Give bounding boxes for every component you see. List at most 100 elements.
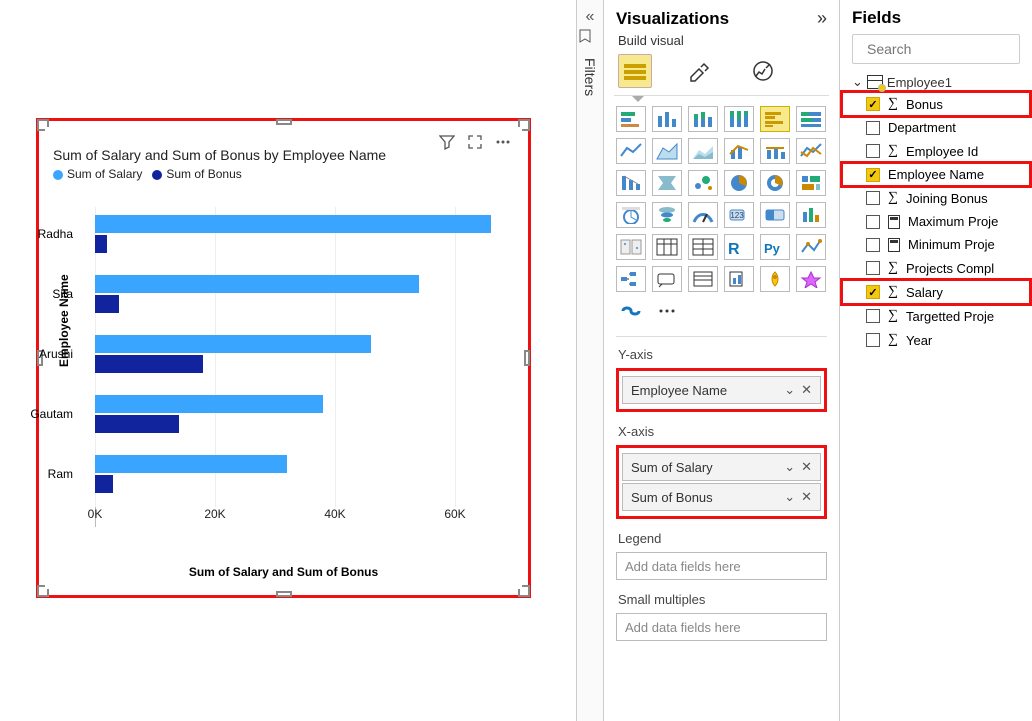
field-checkbox[interactable] xyxy=(866,97,880,111)
resize-handle[interactable] xyxy=(276,591,292,597)
expand-filters-icon[interactable]: « xyxy=(577,0,603,26)
sm-placeholder[interactable]: Add data fields here xyxy=(616,613,827,641)
field-pill-sum-of-salary[interactable]: Sum of Salary ⌄✕ xyxy=(622,453,821,481)
viz-type-icon[interactable]: 123 xyxy=(724,202,754,228)
viz-type-icon[interactable] xyxy=(796,202,826,228)
viz-type-icon[interactable] xyxy=(724,266,754,292)
viz-type-icon[interactable] xyxy=(688,266,718,292)
field-employee-name[interactable]: Employee Name xyxy=(842,163,1030,186)
field-targetted-proje[interactable]: ∑Targetted Proje xyxy=(842,304,1030,328)
report-canvas[interactable]: Sum of Salary and Sum of Bonus by Employ… xyxy=(0,0,575,721)
build-visual-tab[interactable] xyxy=(618,54,652,88)
filters-pane-collapsed[interactable]: « Filters xyxy=(576,0,604,721)
viz-type-icon[interactable] xyxy=(688,234,718,260)
focus-mode-icon[interactable] xyxy=(466,133,484,151)
fields-search-input[interactable] xyxy=(865,40,1032,58)
bar[interactable] xyxy=(95,295,119,313)
viz-type-icon[interactable] xyxy=(796,234,826,260)
field-checkbox[interactable] xyxy=(866,238,880,252)
remove-field-icon[interactable]: ✕ xyxy=(801,459,812,475)
field-pill-sum-of-bonus[interactable]: Sum of Bonus ⌄✕ xyxy=(622,483,821,511)
chevron-down-icon[interactable]: ⌄ xyxy=(784,489,795,505)
viz-type-icon[interactable] xyxy=(688,170,718,196)
field-year[interactable]: ∑Year xyxy=(842,328,1030,352)
viz-type-icon[interactable] xyxy=(760,266,790,292)
viz-type-icon[interactable] xyxy=(796,266,826,292)
y-axis-well[interactable]: Employee Name ⌄✕ xyxy=(616,368,827,412)
field-checkbox[interactable] xyxy=(866,309,880,323)
viz-type-icon[interactable] xyxy=(724,170,754,196)
field-maximum-proje[interactable]: Maximum Proje xyxy=(842,210,1030,233)
bar[interactable] xyxy=(95,335,371,353)
viz-type-icon[interactable] xyxy=(616,298,646,324)
viz-type-icon[interactable] xyxy=(760,106,790,132)
viz-type-icon[interactable] xyxy=(616,170,646,196)
bar[interactable] xyxy=(95,275,419,293)
viz-type-icon[interactable] xyxy=(616,266,646,292)
viz-type-icon[interactable] xyxy=(652,170,682,196)
visual-container[interactable]: Sum of Salary and Sum of Bonus by Employ… xyxy=(36,118,531,598)
more-options-icon[interactable] xyxy=(494,133,512,151)
bar[interactable] xyxy=(95,455,287,473)
field-salary[interactable]: ∑Salary xyxy=(842,280,1030,304)
viz-type-icon[interactable] xyxy=(760,202,790,228)
remove-field-icon[interactable]: ✕ xyxy=(801,489,812,505)
chevron-down-icon[interactable]: ⌄ xyxy=(784,459,795,475)
bar[interactable] xyxy=(95,235,107,253)
field-projects-compl[interactable]: ∑Projects Compl xyxy=(842,256,1030,280)
viz-type-icon[interactable]: Py xyxy=(760,234,790,260)
bar[interactable] xyxy=(95,215,491,233)
x-axis-well[interactable]: Sum of Salary ⌄✕ Sum of Bonus ⌄✕ xyxy=(616,445,827,519)
bar[interactable] xyxy=(95,395,323,413)
viz-type-icon[interactable] xyxy=(796,170,826,196)
viz-type-icon[interactable] xyxy=(796,138,826,164)
bookmark-icon[interactable] xyxy=(577,26,603,44)
viz-type-icon[interactable] xyxy=(652,202,682,228)
legend-placeholder[interactable]: Add data fields here xyxy=(616,552,827,580)
viz-type-icon[interactable] xyxy=(616,138,646,164)
field-joining-bonus[interactable]: ∑Joining Bonus xyxy=(842,186,1030,210)
field-department[interactable]: Department xyxy=(842,116,1030,139)
collapse-pane-icon[interactable]: » xyxy=(817,8,827,29)
small-multiples-well[interactable]: Add data fields here xyxy=(616,613,827,641)
analytics-tab[interactable] xyxy=(746,54,780,88)
field-pill-employee-name[interactable]: Employee Name ⌄✕ xyxy=(622,376,821,404)
field-minimum-proje[interactable]: Minimum Proje xyxy=(842,233,1030,256)
field-checkbox[interactable] xyxy=(866,191,880,205)
bar[interactable] xyxy=(95,475,113,493)
bar[interactable] xyxy=(95,355,203,373)
viz-type-icon[interactable] xyxy=(688,106,718,132)
viz-type-icon[interactable] xyxy=(616,234,646,260)
viz-type-icon[interactable] xyxy=(688,202,718,228)
bar[interactable] xyxy=(95,415,179,433)
remove-field-icon[interactable]: ✕ xyxy=(801,382,812,398)
viz-type-icon[interactable] xyxy=(724,138,754,164)
table-node[interactable]: ⌄ Employee1 xyxy=(842,72,1030,92)
format-visual-tab[interactable] xyxy=(682,54,716,88)
viz-type-icon[interactable] xyxy=(616,202,646,228)
resize-handle[interactable] xyxy=(524,350,530,366)
viz-type-icon[interactable] xyxy=(760,170,790,196)
fields-search[interactable] xyxy=(852,34,1020,64)
field-checkbox[interactable] xyxy=(866,144,880,158)
legend-well[interactable]: Add data fields here xyxy=(616,552,827,580)
field-checkbox[interactable] xyxy=(866,261,880,275)
viz-type-icon[interactable] xyxy=(652,234,682,260)
chevron-down-icon[interactable]: ⌄ xyxy=(784,382,795,398)
field-checkbox[interactable] xyxy=(866,215,880,229)
viz-type-icon[interactable] xyxy=(616,106,646,132)
field-checkbox[interactable] xyxy=(866,285,880,299)
viz-type-icon[interactable]: R xyxy=(724,234,754,260)
viz-type-icon[interactable] xyxy=(652,298,682,324)
visual-filter-icon[interactable] xyxy=(438,133,456,151)
viz-type-icon[interactable] xyxy=(760,138,790,164)
viz-type-icon[interactable] xyxy=(688,138,718,164)
viz-type-icon[interactable] xyxy=(796,106,826,132)
field-checkbox[interactable] xyxy=(866,168,880,182)
viz-type-icon[interactable] xyxy=(652,138,682,164)
viz-type-icon[interactable] xyxy=(724,106,754,132)
viz-type-icon[interactable] xyxy=(652,106,682,132)
field-bonus[interactable]: ∑Bonus xyxy=(842,92,1030,116)
field-employee-id[interactable]: ∑Employee Id xyxy=(842,139,1030,163)
resize-handle[interactable] xyxy=(276,119,292,125)
